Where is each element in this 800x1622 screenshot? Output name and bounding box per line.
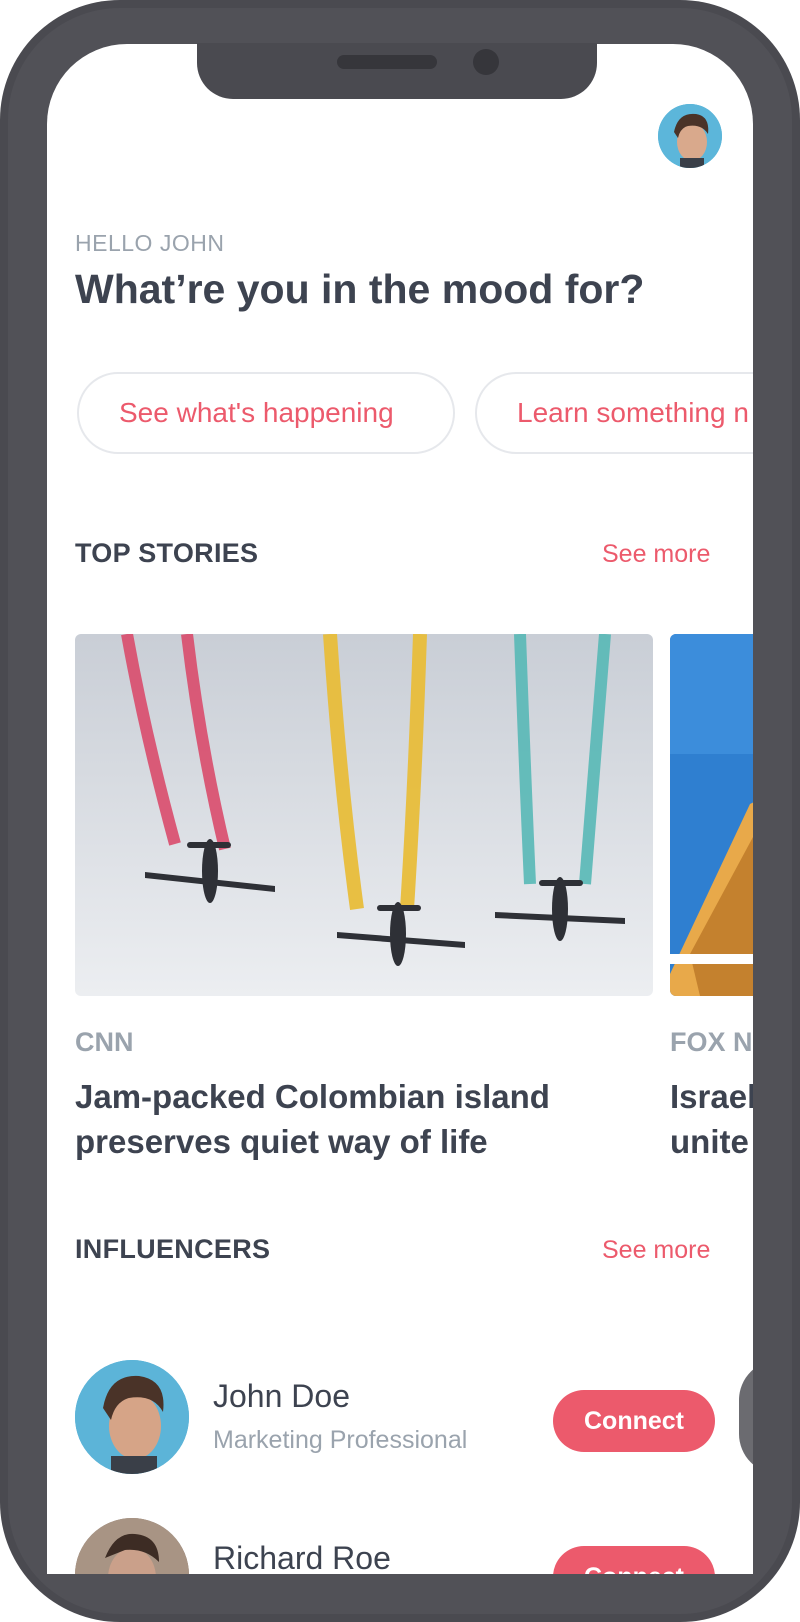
story-title-2-line2: unite [670, 1123, 749, 1160]
profile-avatar[interactable] [658, 104, 722, 168]
mood-chip-happening[interactable]: See what's happening [77, 372, 455, 454]
top-stories-see-more-link[interactable]: See more [602, 540, 710, 569]
influencer-role-john: Marketing Professional [213, 1426, 468, 1454]
story-title-1[interactable]: Jam-packed Colombian island preserves qu… [75, 1074, 550, 1164]
influencer-name-richard: Richard Roe [213, 1540, 391, 1574]
story-title-2[interactable]: Israel unite [670, 1074, 753, 1164]
mood-chip-learn[interactable]: Learn something n [475, 372, 753, 454]
influencers-see-more-link[interactable]: See more [602, 1236, 710, 1265]
story-image-2[interactable] [670, 634, 753, 996]
story-image-1[interactable] [75, 634, 653, 996]
phone-frame: HELLO JOHN What’re you in the mood for? … [0, 0, 800, 1622]
device-notch [197, 43, 597, 99]
influencer-name-john: John Doe [213, 1378, 350, 1414]
story-source-1: CNN [75, 1027, 134, 1057]
top-stories-title: TOP STORIES [75, 538, 259, 568]
influencer-avatar-peek[interactable] [739, 1360, 753, 1474]
story-title-1-line1: Jam-packed Colombian island [75, 1078, 550, 1115]
page-headline: What’re you in the mood for? [75, 266, 645, 312]
influencer-avatar-john[interactable] [75, 1360, 189, 1474]
influencer-avatar-richard[interactable] [75, 1518, 189, 1574]
story-title-2-line1: Israel [670, 1078, 753, 1115]
story-title-1-line2: preserves quiet way of life [75, 1123, 488, 1160]
connect-button-john[interactable]: Connect [553, 1390, 715, 1452]
story-source-2: FOX N [670, 1027, 753, 1057]
speaker-icon [337, 55, 437, 69]
influencers-title: INFLUENCERS [75, 1234, 271, 1264]
camera-icon [473, 49, 499, 75]
greeting-text: HELLO JOHN [75, 230, 225, 256]
connect-button-richard[interactable]: Connect [553, 1546, 715, 1574]
app-screen: HELLO JOHN What’re you in the mood for? … [47, 44, 753, 1574]
